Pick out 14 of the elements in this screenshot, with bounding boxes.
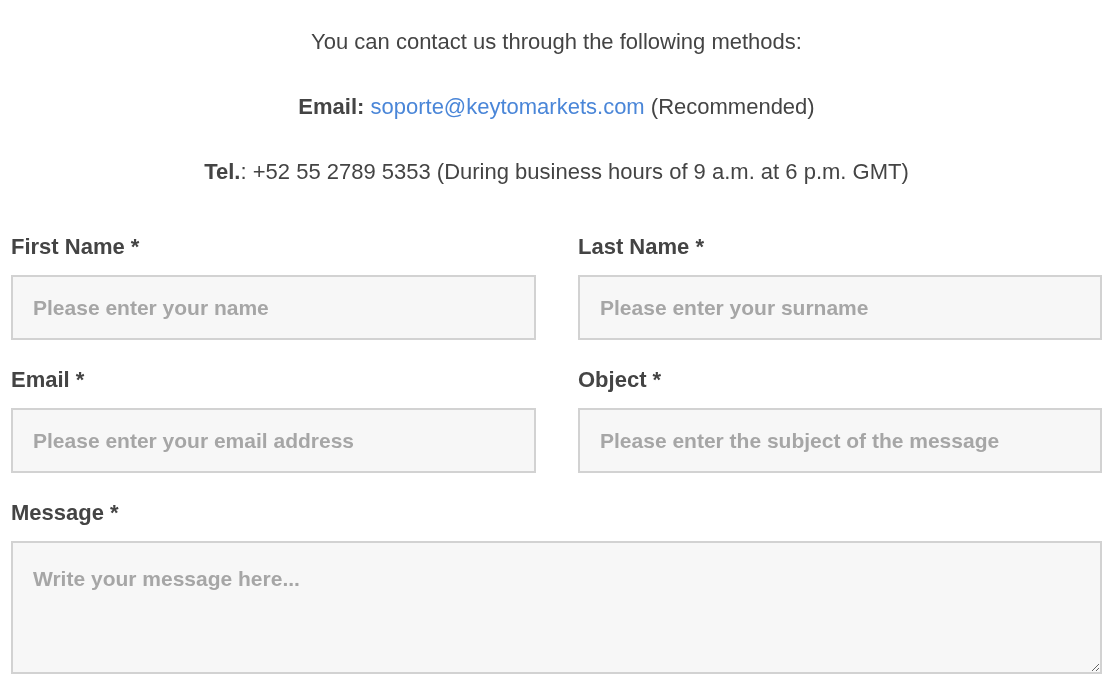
field-label: Email *	[11, 367, 86, 393]
message-field[interactable]: Write your message here...	[11, 541, 1102, 674]
input-field[interactable]: Please enter the subject of the message	[578, 408, 1102, 473]
email-contact-text: Email: soporte@keytomarkets.com (Recommended)	[297, 93, 816, 121]
field-label: Message *	[11, 500, 120, 526]
email-link[interactable]: soporte@keytomarkets.com	[370, 94, 645, 119]
field-label: Object *	[578, 367, 663, 393]
phone-contact-text: Tel.: +52 55 2789 5353 (During business hours of 9 a.m. at 6 p.m. GMT)	[203, 158, 910, 186]
field-label: Last Name *	[578, 234, 705, 260]
input-field[interactable]: Please enter your email address	[11, 408, 536, 473]
intro-text: You can contact us through the following methods:	[310, 28, 803, 56]
input-field[interactable]: Please enter your surname	[578, 275, 1102, 340]
input-field[interactable]: Please enter your name	[11, 275, 536, 340]
field-label: First Name *	[11, 234, 141, 260]
